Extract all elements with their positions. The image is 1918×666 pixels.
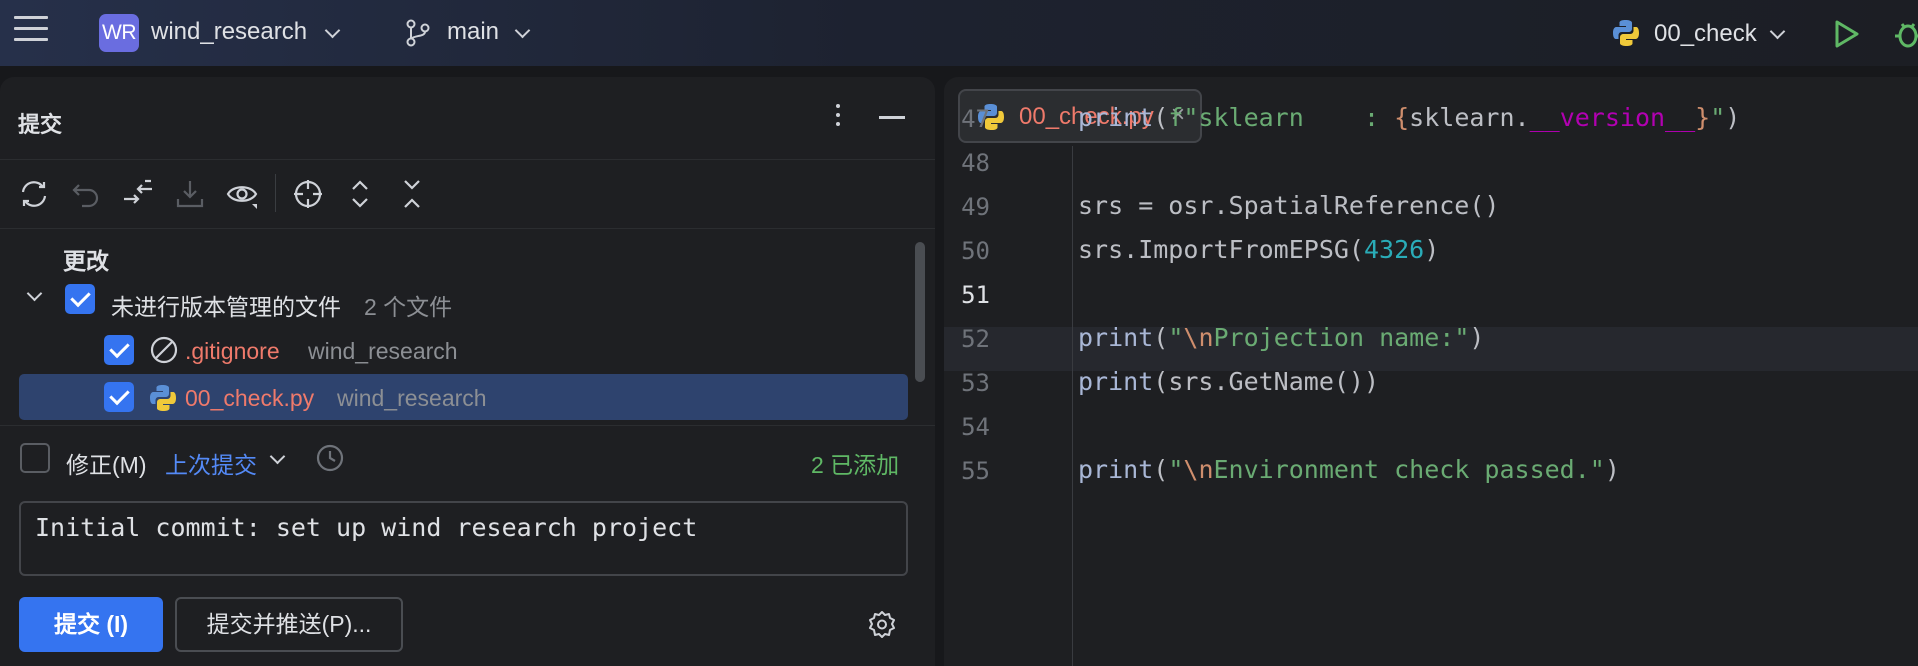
gear-icon[interactable] [866, 609, 898, 641]
code-line[interactable]: 54 [944, 405, 1918, 449]
code-text[interactable]: srs.ImportFromEPSG(4326) [1078, 235, 1439, 264]
debug-icon[interactable] [1893, 16, 1918, 50]
amend-checkbox[interactable] [20, 443, 50, 473]
line-number: 51 [961, 281, 990, 309]
run-icon[interactable] [1831, 18, 1861, 50]
line-number: 52 [961, 325, 990, 353]
ignored-icon [150, 336, 178, 364]
git-branch-icon[interactable] [405, 19, 431, 47]
preview-icon[interactable] [225, 177, 259, 211]
commit-tool-window: 提交 更改 未进行版本管理的文件 2 个文件 .gitignore wind_r… [0, 77, 935, 666]
changes-section-label: 更改 [63, 248, 109, 274]
branch-name[interactable]: main [447, 18, 499, 46]
commit-and-push-button[interactable]: 提交并推送(P)... [175, 597, 403, 652]
commit-button[interactable]: 提交 (I) [19, 597, 163, 652]
chevron-down-icon[interactable] [26, 285, 43, 302]
chevron-down-icon[interactable] [514, 22, 531, 39]
code-line[interactable]: 49 srs = osr.SpatialReference() [944, 185, 1918, 229]
code-text[interactable]: print("\nProjection name:") [1078, 323, 1484, 352]
code-text[interactable]: print(f"sklearn : {sklearn.__version__}"… [1078, 103, 1740, 132]
divider [0, 228, 935, 229]
python-icon [150, 385, 176, 411]
expand-all-icon[interactable] [343, 177, 377, 211]
file-checkbox[interactable] [104, 382, 134, 412]
minimize-icon[interactable] [879, 116, 905, 119]
run-configuration[interactable]: 00_check [1654, 20, 1757, 48]
group-checkbox[interactable] [65, 284, 95, 314]
code-text[interactable]: srs = osr.SpatialReference() [1078, 191, 1499, 220]
code-line[interactable]: 55 print("\nEnvironment check passed.") [944, 449, 1918, 493]
code-text[interactable]: print(srs.GetName()) [1078, 367, 1379, 396]
code-editor: 00_check.py × 47 print(f"sklearn : {sklea… [944, 77, 1918, 666]
line-number: 48 [961, 149, 990, 177]
code-line[interactable]: 50 srs.ImportFromEPSG(4326) [944, 229, 1918, 273]
divider [0, 425, 935, 426]
file-module: wind_research [337, 385, 487, 411]
title-bar: WR wind_research main 00_check [0, 0, 1918, 66]
code-text[interactable]: print("\nEnvironment check passed.") [1078, 455, 1620, 484]
file-checkbox[interactable] [104, 335, 134, 365]
file-name[interactable]: 00_check.py [185, 385, 314, 412]
file-module: wind_research [308, 338, 458, 364]
shelve-icon[interactable] [121, 177, 155, 211]
panel-title: 提交 [18, 112, 63, 137]
code-line[interactable]: 52 print("\nProjection name:") [944, 317, 1918, 361]
rollback-icon[interactable] [69, 177, 103, 211]
chevron-down-icon[interactable] [324, 22, 341, 39]
download-icon[interactable] [173, 177, 207, 211]
group-label: 未进行版本管理的文件 [111, 294, 341, 320]
collapse-all-icon[interactable] [395, 177, 429, 211]
refresh-icon[interactable] [17, 177, 51, 211]
project-name[interactable]: wind_research [151, 18, 307, 46]
code-line[interactable]: 48 [944, 141, 1918, 185]
code-line[interactable]: 47 print(f"sklearn : {sklearn.__version__… [944, 97, 1918, 141]
commit-message-text[interactable]: Initial commit: set up wind research pro… [35, 513, 697, 542]
group-count: 2 个文件 [364, 294, 453, 320]
line-number: 53 [961, 369, 990, 397]
toolbar-divider [275, 174, 276, 212]
commit-message-input[interactable]: Initial commit: set up wind research pro… [19, 501, 908, 576]
python-icon [1613, 20, 1639, 46]
chevron-down-icon[interactable] [269, 448, 286, 465]
amend-label[interactable]: 修正(M) [66, 446, 146, 480]
code-line[interactable]: 51 [944, 273, 1918, 317]
line-number: 54 [961, 413, 990, 441]
history-icon[interactable] [315, 443, 345, 473]
divider [0, 159, 935, 160]
file-name[interactable]: .gitignore [185, 338, 280, 365]
main-menu-icon[interactable] [14, 16, 48, 48]
code-line[interactable]: 53 print(srs.GetName()) [944, 361, 1918, 405]
more-options-icon[interactable] [834, 104, 842, 130]
scrollbar[interactable] [915, 242, 925, 382]
target-icon[interactable] [291, 177, 325, 211]
line-number: 49 [961, 193, 990, 221]
chevron-down-icon[interactable] [1769, 23, 1786, 40]
line-number: 50 [961, 237, 990, 265]
last-commit-link[interactable]: 上次提交 [165, 446, 257, 480]
added-status: 2 已添加 [811, 452, 900, 478]
project-badge[interactable]: WR [99, 14, 139, 52]
line-number: 55 [961, 457, 990, 485]
line-number: 47 [961, 105, 990, 133]
